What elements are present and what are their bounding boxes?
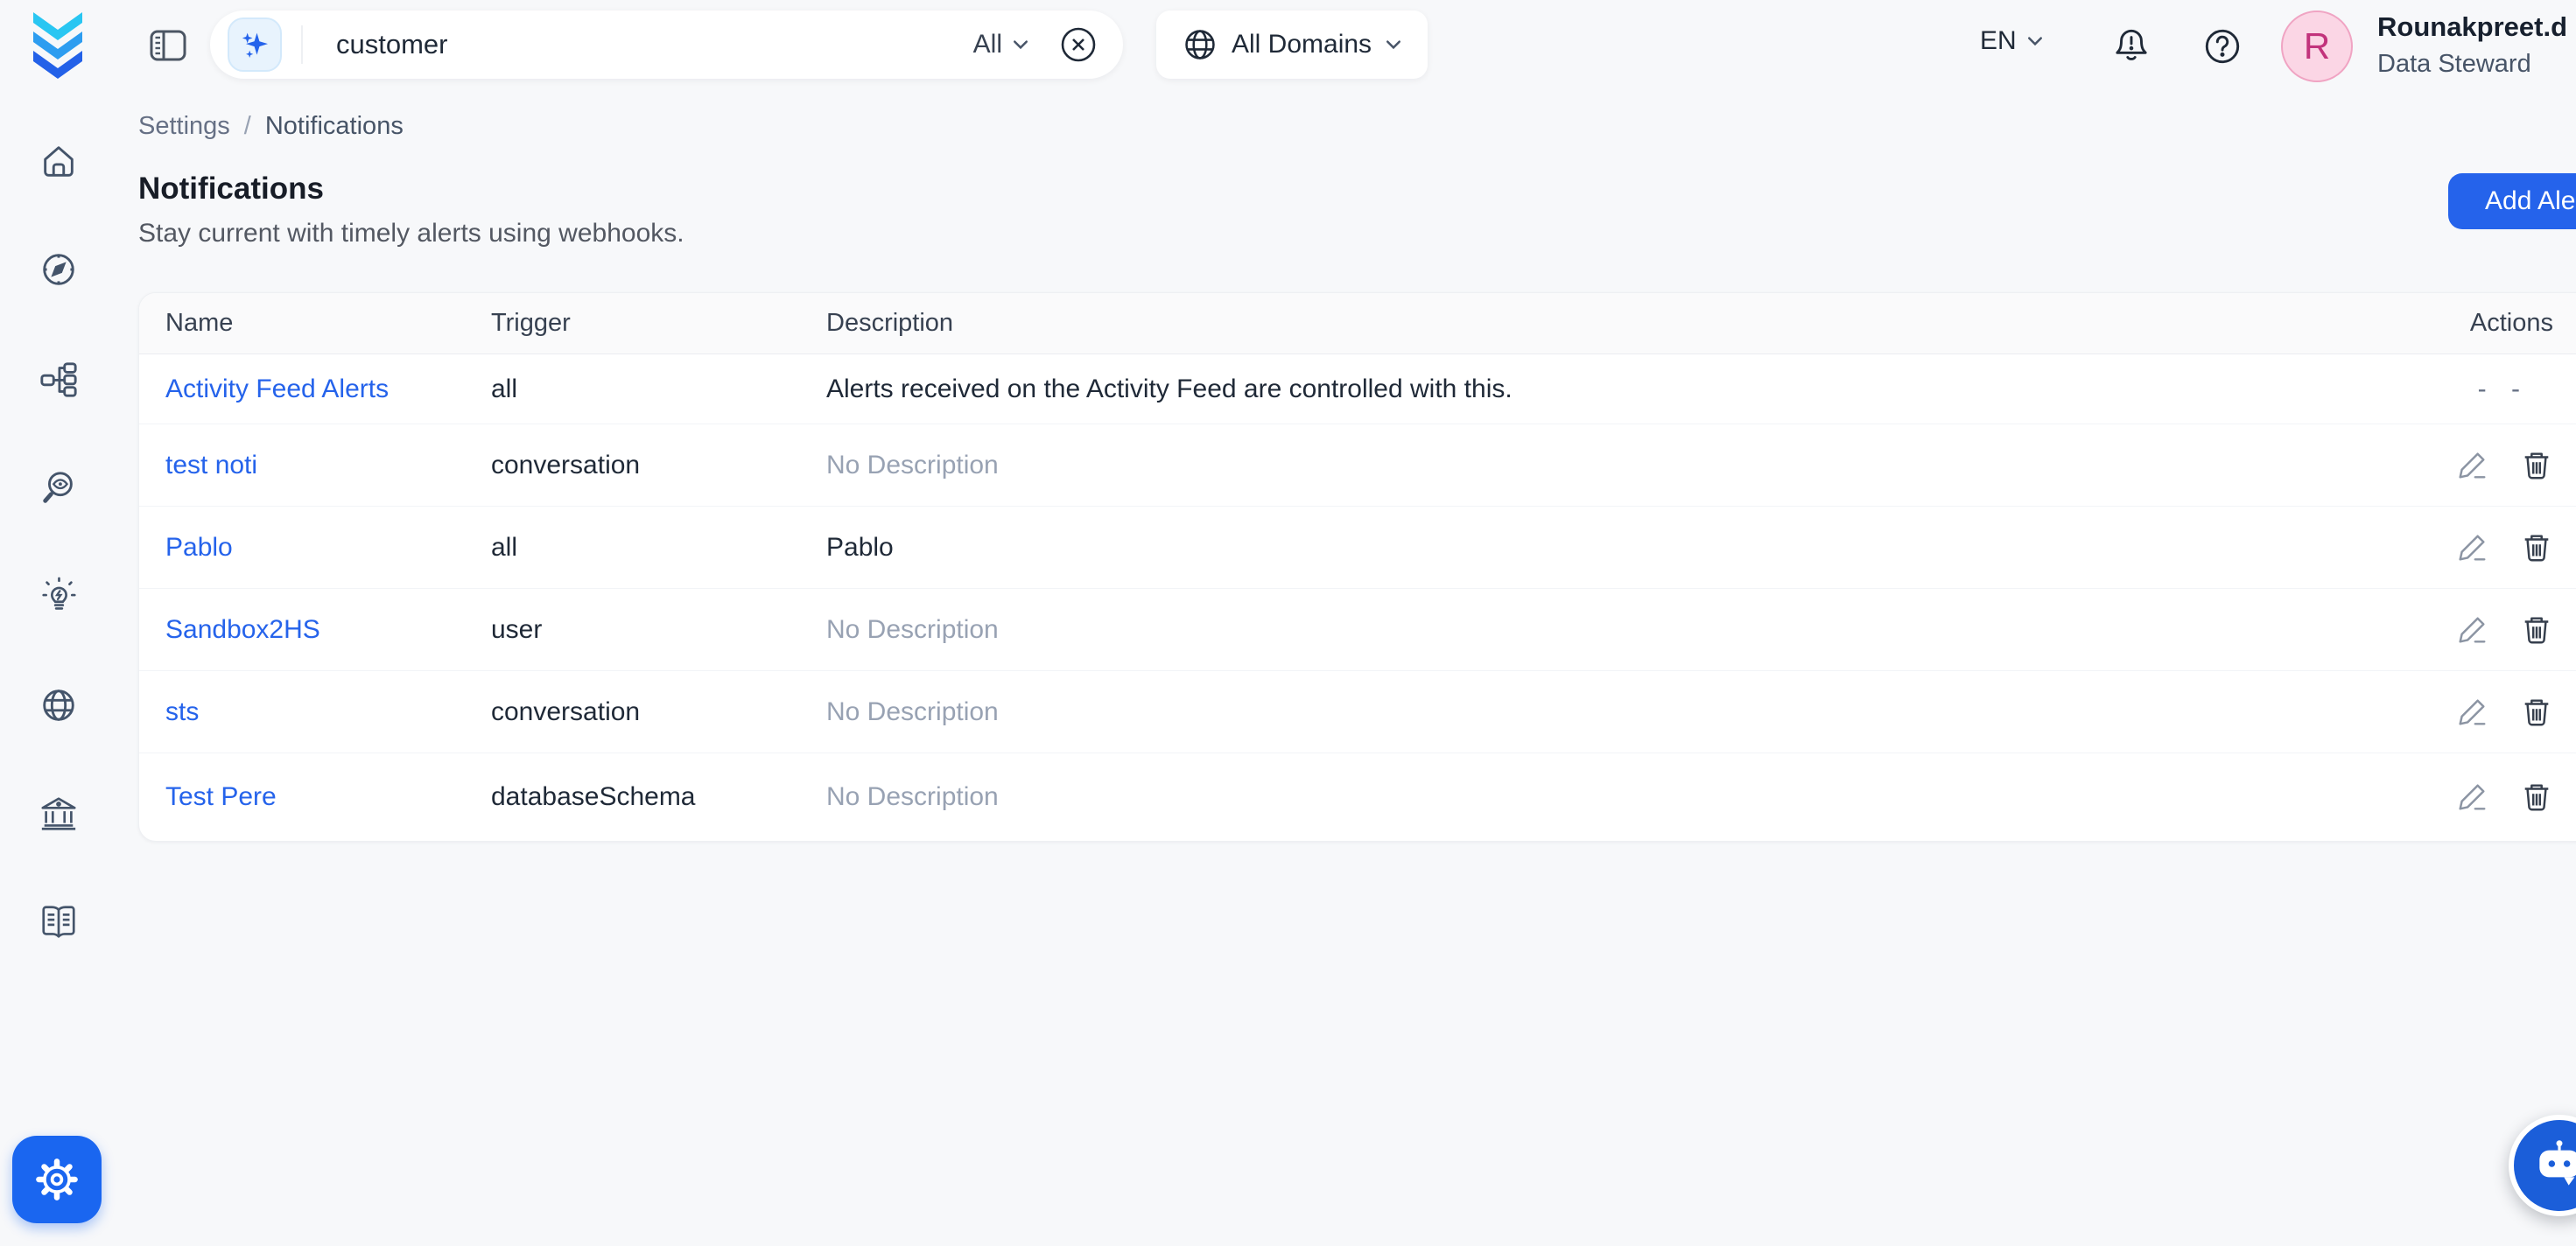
user-role: Data Steward bbox=[2377, 48, 2567, 80]
search-input[interactable] bbox=[336, 29, 973, 60]
table-row: Activity Feed Alerts all Alerts received… bbox=[139, 354, 2576, 424]
settings-gear-icon bbox=[34, 1157, 80, 1202]
alert-trigger: databaseSchema bbox=[491, 782, 826, 812]
breadcrumb-settings[interactable]: Settings bbox=[138, 112, 230, 141]
column-header-name[interactable]: Name bbox=[139, 309, 491, 338]
table-row: sts conversation No Description bbox=[139, 671, 2576, 753]
trash-icon bbox=[2520, 531, 2553, 564]
alert-trigger: all bbox=[491, 374, 826, 404]
user-avatar[interactable]: R bbox=[2281, 10, 2353, 82]
insights-bulb-icon[interactable] bbox=[39, 577, 79, 617]
alert-name-link[interactable]: Activity Feed Alerts bbox=[165, 374, 389, 403]
column-header-actions: Actions bbox=[2339, 309, 2576, 338]
user-meta: Rounakpreet.d Data Steward bbox=[2377, 10, 2567, 80]
search-scope-label: All bbox=[973, 30, 1002, 60]
column-header-trigger[interactable]: Trigger bbox=[491, 309, 826, 338]
delete-alert-button[interactable] bbox=[2520, 696, 2553, 729]
pencil-icon bbox=[2455, 780, 2488, 814]
help-circle-icon[interactable] bbox=[2200, 24, 2244, 68]
delete-alert-button[interactable] bbox=[2520, 531, 2553, 564]
delete-alert-button[interactable] bbox=[2520, 613, 2553, 647]
table-row: Test Pere databaseSchema No Description bbox=[139, 753, 2576, 841]
trash-icon bbox=[2520, 696, 2553, 729]
robot-icon bbox=[2531, 1138, 2576, 1194]
glossary-book-icon[interactable] bbox=[39, 902, 79, 942]
sidebar-item-settings[interactable] bbox=[12, 1136, 102, 1223]
alert-trigger: user bbox=[491, 615, 826, 645]
table-row: Sandbox2HS user No Description bbox=[139, 589, 2576, 671]
pencil-icon bbox=[2455, 531, 2488, 564]
domains-filter-label: All Domains bbox=[1232, 30, 1372, 60]
alert-description: Pablo bbox=[826, 533, 2339, 563]
app-logo-icon[interactable] bbox=[23, 7, 93, 84]
pencil-icon bbox=[2455, 696, 2488, 729]
search-clear-icon[interactable] bbox=[1058, 24, 1098, 65]
alert-description: No Description bbox=[826, 451, 2339, 480]
language-label: EN bbox=[1980, 26, 2017, 56]
lineage-flow-icon[interactable] bbox=[39, 360, 79, 400]
chevron-down-icon bbox=[2027, 36, 2043, 46]
global-search-bar[interactable]: All bbox=[210, 10, 1123, 79]
search-scope-dropdown[interactable]: All bbox=[973, 30, 1028, 60]
chat-bot-button[interactable] bbox=[2509, 1115, 2576, 1216]
trash-icon bbox=[2520, 780, 2553, 814]
alert-description: No Description bbox=[826, 697, 2339, 727]
pencil-icon bbox=[2455, 613, 2488, 647]
breadcrumb-separator: / bbox=[244, 112, 251, 141]
alert-description: No Description bbox=[826, 615, 2339, 645]
left-sidebar bbox=[0, 91, 116, 1246]
notification-bell-icon[interactable] bbox=[2109, 24, 2153, 68]
delete-alert-button[interactable] bbox=[2520, 449, 2553, 482]
alert-trigger: conversation bbox=[491, 451, 826, 480]
alert-name-link[interactable]: test noti bbox=[165, 451, 257, 480]
page-subtitle: Stay current with timely alerts using we… bbox=[138, 219, 684, 248]
home-icon[interactable] bbox=[39, 142, 79, 182]
trash-icon bbox=[2520, 613, 2553, 647]
notifications-table: Name Trigger Description Actions Activit… bbox=[138, 292, 2576, 842]
add-alert-button[interactable]: Add Alert bbox=[2448, 173, 2576, 229]
breadcrumb-notifications: Notifications bbox=[265, 112, 404, 141]
search-divider bbox=[301, 25, 303, 64]
edit-alert-button[interactable] bbox=[2455, 780, 2488, 814]
table-row: test noti conversation No Description bbox=[139, 424, 2576, 507]
pencil-icon bbox=[2455, 449, 2488, 482]
govern-bank-icon[interactable] bbox=[39, 794, 79, 834]
sidebar-toggle-icon[interactable] bbox=[149, 26, 187, 65]
edit-alert-button[interactable] bbox=[2455, 531, 2488, 564]
alert-name-link[interactable]: sts bbox=[165, 697, 199, 726]
alert-name-link[interactable]: Sandbox2HS bbox=[165, 615, 320, 644]
edit-alert-button[interactable] bbox=[2455, 613, 2488, 647]
delete-alert-button[interactable] bbox=[2520, 780, 2553, 814]
domains-globe-icon[interactable] bbox=[39, 685, 79, 725]
globe-icon bbox=[1183, 27, 1218, 62]
column-header-description[interactable]: Description bbox=[826, 309, 2339, 338]
alert-description: Alerts received on the Activity Feed are… bbox=[826, 374, 2339, 404]
table-row: Pablo all Pablo bbox=[139, 507, 2576, 589]
edit-alert-button[interactable] bbox=[2455, 449, 2488, 482]
explore-compass-icon[interactable] bbox=[39, 249, 79, 290]
edit-alert-button[interactable] bbox=[2455, 696, 2488, 729]
top-bar: All All Domains EN bbox=[0, 0, 2576, 91]
chevron-down-icon bbox=[1386, 39, 1401, 50]
observability-search-eye-icon[interactable] bbox=[39, 468, 79, 508]
breadcrumb: Settings / Notifications bbox=[138, 112, 404, 141]
alert-name-link[interactable]: Test Pere bbox=[165, 782, 277, 811]
table-header-row: Name Trigger Description Actions bbox=[139, 293, 2576, 354]
ai-sparkles-icon[interactable] bbox=[228, 18, 282, 72]
app-root: All All Domains EN bbox=[0, 0, 2576, 1246]
alert-description: No Description bbox=[826, 782, 2339, 812]
alert-trigger: conversation bbox=[491, 697, 826, 727]
user-name: Rounakpreet.d bbox=[2377, 10, 2567, 45]
no-actions-placeholder: - - bbox=[2478, 374, 2529, 404]
language-dropdown[interactable]: EN bbox=[1980, 26, 2043, 56]
alert-name-link[interactable]: Pablo bbox=[165, 533, 233, 562]
page-title: Notifications bbox=[138, 172, 324, 206]
alert-trigger: all bbox=[491, 533, 826, 563]
avatar-initial: R bbox=[2304, 25, 2330, 67]
chevron-down-icon bbox=[1013, 39, 1028, 50]
domains-filter-dropdown[interactable]: All Domains bbox=[1156, 10, 1428, 79]
trash-icon bbox=[2520, 449, 2553, 482]
